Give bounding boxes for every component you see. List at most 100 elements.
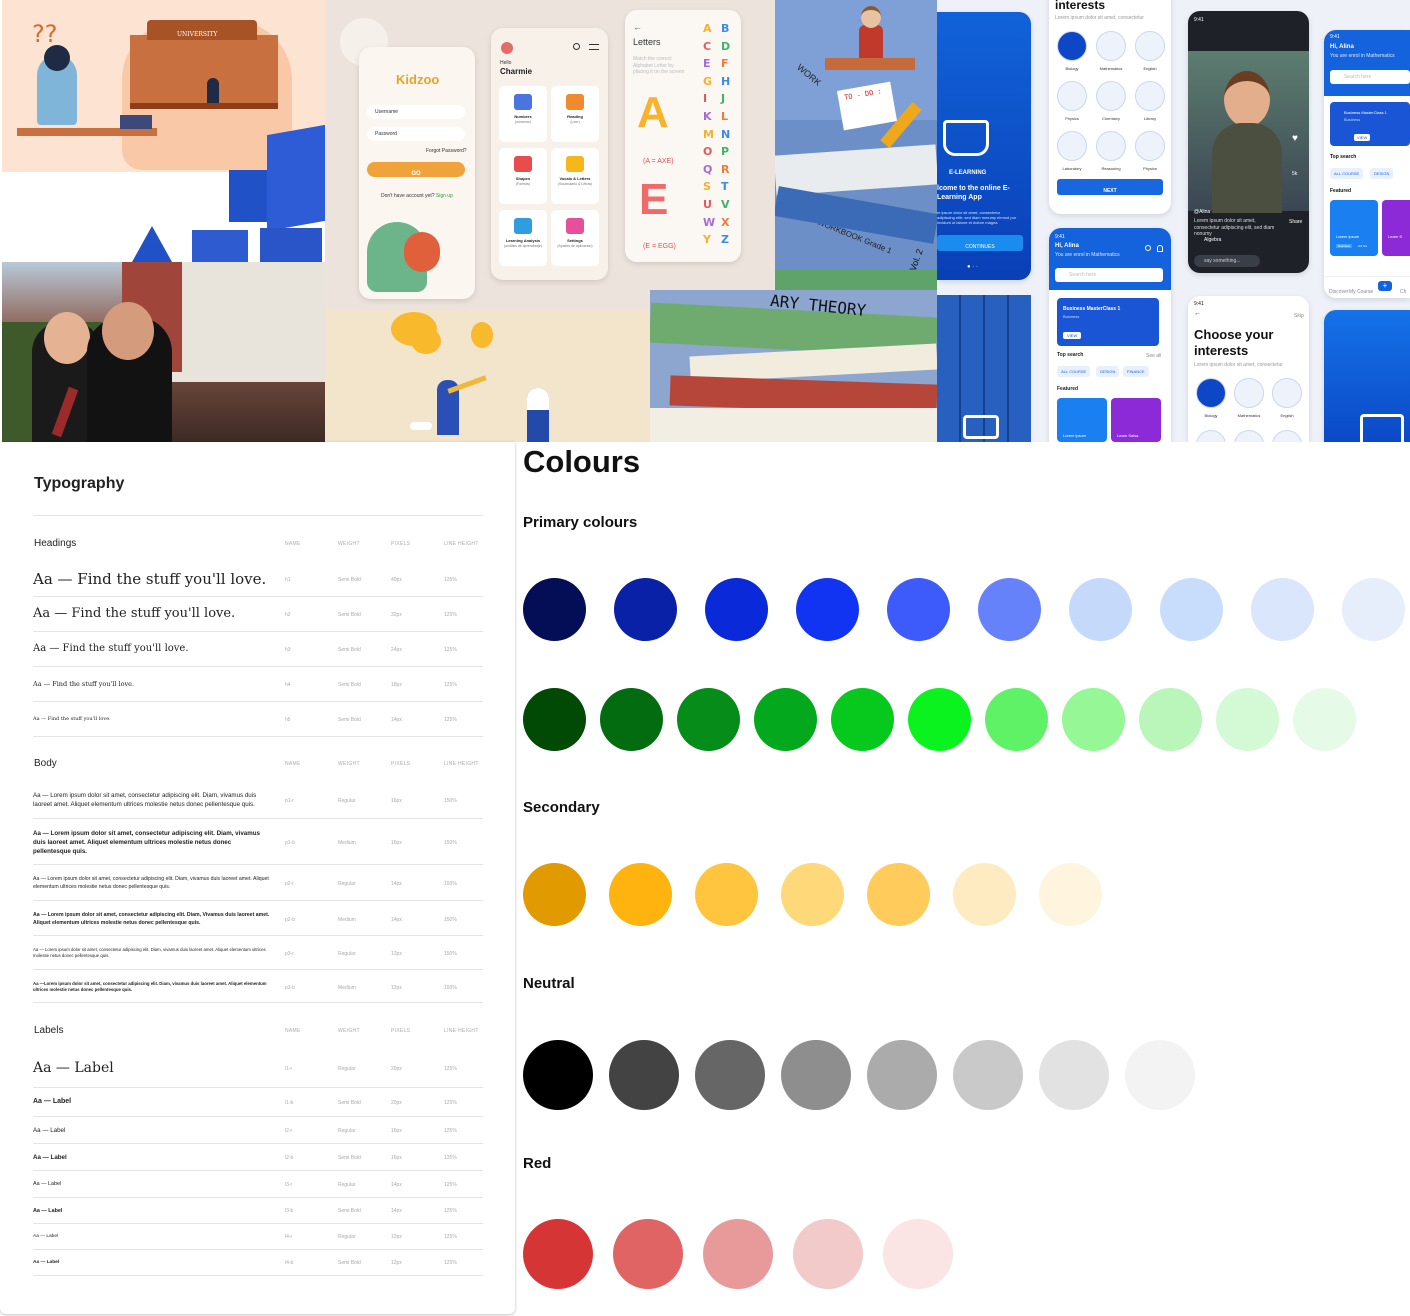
colour-swatch[interactable] (831, 688, 894, 751)
colour-swatch[interactable] (867, 1040, 937, 1110)
comment-input[interactable]: say something... (1194, 255, 1260, 267)
colour-swatch[interactable] (1216, 688, 1279, 751)
colour-swatch[interactable] (953, 1040, 1023, 1110)
colour-swatch[interactable] (1062, 688, 1125, 751)
letter-tile[interactable]: E (703, 57, 711, 70)
username-field[interactable]: Username (367, 105, 465, 119)
colour-swatch[interactable] (695, 1040, 765, 1110)
letter-tile[interactable]: J (721, 92, 725, 105)
colour-swatch[interactable] (1342, 578, 1405, 641)
letter-tile[interactable]: Y (703, 233, 711, 246)
interest-icon[interactable] (1135, 81, 1165, 111)
colour-swatch[interactable] (867, 863, 930, 926)
colour-swatch[interactable] (523, 863, 586, 926)
back-arrow-icon[interactable]: ← (1194, 310, 1201, 317)
subject-card[interactable]: Learning Analysis (análisis de aprendizaj… (499, 210, 547, 266)
interest-icon[interactable] (1196, 378, 1226, 408)
letter-tile[interactable]: Q (703, 163, 712, 176)
letter-tile[interactable]: M (703, 128, 714, 141)
interest-icon[interactable] (1196, 430, 1226, 442)
colour-swatch[interactable] (953, 863, 1016, 926)
colour-swatch[interactable] (1069, 578, 1132, 641)
interest-icon[interactable] (1135, 131, 1165, 161)
featured-card[interactable]: Lorem ipsum Business 2/4 hrs (1330, 200, 1378, 256)
interest-icon[interactable] (1057, 131, 1087, 161)
interest-icon[interactable] (1272, 430, 1302, 442)
featured-card[interactable]: Learn Salsa (1111, 398, 1161, 442)
nav-discover[interactable]: Discover (1329, 289, 1348, 296)
nav-my-course[interactable]: My Course (1349, 289, 1373, 296)
colour-swatch[interactable] (781, 863, 844, 926)
nav-chat[interactable]: Ch (1400, 289, 1406, 296)
letter-tile[interactable]: L (721, 110, 728, 123)
colour-swatch[interactable] (609, 863, 672, 926)
colour-swatch[interactable] (908, 688, 971, 751)
search-icon[interactable] (1145, 245, 1151, 251)
view-button[interactable]: VIEW (1063, 332, 1082, 339)
bell-icon[interactable] (1157, 245, 1163, 252)
subject-card[interactable]: Reading (Leer) (551, 86, 599, 142)
continue-button[interactable]: CONTINUES (937, 235, 1023, 251)
letter-tile[interactable]: I (703, 92, 707, 105)
colour-swatch[interactable] (978, 578, 1041, 641)
letter-tile[interactable]: T (721, 180, 729, 193)
skip-link[interactable]: Skip (1294, 313, 1304, 320)
colour-swatch[interactable] (677, 688, 740, 751)
interest-icon[interactable] (1234, 430, 1264, 442)
colour-swatch[interactable] (883, 1219, 953, 1289)
colour-swatch[interactable] (985, 688, 1048, 751)
subject-card[interactable]: Numbers (números) (499, 86, 547, 142)
colour-swatch[interactable] (695, 863, 758, 926)
add-button[interactable]: + (1378, 281, 1392, 291)
colour-swatch[interactable] (523, 688, 586, 751)
letter-tile[interactable]: Z (721, 233, 729, 246)
heart-icon[interactable]: ♥ (1292, 133, 1298, 144)
colour-swatch[interactable] (781, 1040, 851, 1110)
subject-card[interactable]: Shapes (Formas) (499, 148, 547, 204)
menu-icon[interactable] (589, 44, 599, 50)
filter-chip[interactable]: FINANCE (1123, 366, 1149, 377)
colour-swatch[interactable] (523, 1040, 593, 1110)
colour-swatch[interactable] (1293, 688, 1356, 751)
colour-swatch[interactable] (614, 578, 677, 641)
filter-chip[interactable]: ALL COURSE (1330, 168, 1364, 179)
letter-tile[interactable]: O (703, 145, 712, 158)
interest-icon[interactable] (1096, 131, 1126, 161)
featured-card[interactable]: Learn S (1382, 200, 1410, 256)
colour-swatch[interactable] (793, 1219, 863, 1289)
colour-swatch[interactable] (796, 578, 859, 641)
colour-swatch[interactable] (1251, 578, 1314, 641)
sign-up-link[interactable]: Sign up (436, 193, 453, 199)
colour-swatch[interactable] (609, 1040, 679, 1110)
filter-chip[interactable]: ALL COURSE (1057, 366, 1091, 377)
colour-swatch[interactable] (523, 578, 586, 641)
letter-tile[interactable]: U (703, 198, 712, 211)
interest-icon[interactable] (1057, 31, 1087, 61)
colour-swatch[interactable] (1039, 1040, 1109, 1110)
search-icon[interactable] (573, 43, 580, 50)
letter-tile[interactable]: C (703, 40, 711, 53)
subject-card[interactable]: Vocals & Letters (Vocabulario & Letras) (551, 148, 599, 204)
share-button[interactable]: Share (1289, 219, 1302, 226)
featured-card[interactable]: Lorem ipsum (1057, 398, 1107, 442)
letter-tile[interactable]: B (721, 22, 729, 35)
letter-tile[interactable]: S (703, 180, 711, 193)
see-all-link[interactable]: See all (1146, 353, 1161, 360)
next-button[interactable]: NEXT (1057, 179, 1163, 195)
letter-tile[interactable]: N (721, 128, 730, 141)
view-button[interactable]: VIEW (1354, 134, 1371, 141)
colour-swatch[interactable] (600, 688, 663, 751)
colour-swatch[interactable] (1160, 578, 1223, 641)
filter-chip[interactable]: DESIGN (1370, 168, 1394, 179)
letter-tile[interactable]: R (721, 163, 729, 176)
colour-swatch[interactable] (754, 688, 817, 751)
letter-tile[interactable]: V (721, 198, 730, 211)
course-banner[interactable]: Business MasterClass 1 Business VIEW (1057, 298, 1159, 346)
letter-tile[interactable]: X (721, 216, 729, 229)
letter-tile[interactable]: P (721, 145, 729, 158)
colour-swatch[interactable] (1139, 688, 1202, 751)
interest-icon[interactable] (1272, 378, 1302, 408)
colour-swatch[interactable] (613, 1219, 683, 1289)
forgot-password-link[interactable]: Forgot Password? (426, 148, 467, 155)
letter-tile[interactable]: K (703, 110, 712, 123)
